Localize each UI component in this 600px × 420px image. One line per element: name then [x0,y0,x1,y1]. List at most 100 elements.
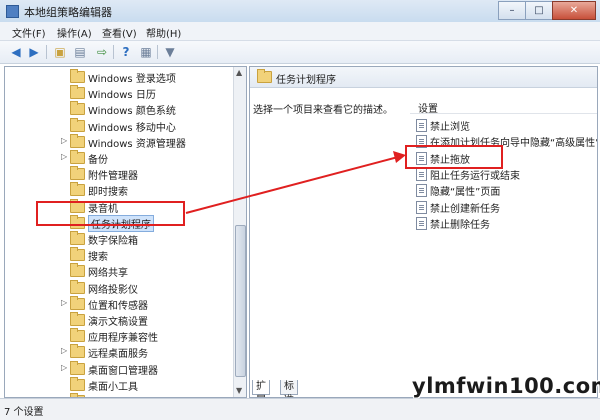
window-controls: – □ ✕ [498,1,596,20]
tree-item[interactable]: 搜索 [5,247,230,263]
maximize-button[interactable]: □ [525,1,553,20]
watermark-text: ylmfwin100.com [412,374,600,398]
tree-item[interactable]: ▷ 备份 [5,150,230,166]
export-list-icon[interactable]: ⇨ [94,44,110,59]
filter-icon[interactable]: ▼ [162,44,178,59]
details-header: 任务计划程序 [250,67,597,88]
tree-item[interactable]: 演示文稿设置 [5,312,230,328]
window-title: 本地组策略编辑器 [24,6,112,19]
folder-icon [70,376,85,391]
folder-icon [70,295,85,310]
setting-row[interactable]: 禁止浏览 [416,117,597,133]
tree-item[interactable]: ▷ 远程桌面服务 [5,344,230,360]
title-bar: 本地组策略编辑器 – □ ✕ [0,0,600,23]
folder-icon [70,312,85,326]
setting-label: 禁止创建新任务 [430,203,500,215]
tree-item[interactable]: Windows 颜色系统 [5,101,230,117]
folder-icon [70,101,85,116]
menu-file[interactable]: 文件(F) [12,25,46,40]
folder-icon [257,69,272,83]
minimize-button[interactable]: – [498,1,526,20]
expand-arrow-icon[interactable]: ▷ [61,363,67,372]
help-icon[interactable]: ? [118,44,134,59]
tree-item-label: 位置和传感器 [88,300,148,312]
expand-arrow-icon[interactable]: ▷ [61,152,67,161]
app-icon [6,5,19,18]
description-text: 选择一个项目来查看它的描述。 [253,105,393,116]
menu-view[interactable]: 查看(V) [102,25,137,40]
tree-item[interactable]: ▷ 桌面窗口管理器 [5,360,230,377]
setting-label: 阻止任务运行或结束 [430,170,520,182]
setting-row[interactable]: 禁止删除任务 [416,215,597,231]
highlight-box-tree [36,201,185,226]
tab-standard[interactable]: 标准 [280,380,298,397]
tree-scrollbar[interactable]: ▲ ▼ [233,67,246,397]
policy-setting-icon [416,200,427,214]
tree-item-label: 即时搜索 [88,187,128,199]
close-button[interactable]: ✕ [552,1,596,20]
toolbar-divider [157,45,158,59]
back-arrow-icon[interactable]: ◀ [8,44,24,59]
expand-arrow-icon[interactable]: ▷ [61,346,67,355]
tree-item-label: Windows 日历 [88,90,156,102]
tree-item-label: 搜索 [88,252,108,264]
tree-item-label: 备份 [88,155,108,166]
tree-item[interactable]: Windows 登录选项 [5,69,230,85]
scroll-down-arrow-icon[interactable]: ▼ [236,386,242,395]
tree-item[interactable]: Windows 日历 [5,85,230,101]
folder-icon [70,231,85,245]
tree-item[interactable]: 数字保险箱 [5,231,230,247]
folder-icon [70,69,85,83]
details-title: 任务计划程序 [276,75,336,86]
tree-item[interactable]: 应用程序兼容性 [5,328,230,344]
setting-label: 禁止删除任务 [430,219,490,231]
setting-row[interactable]: 隐藏“属性”页面 [416,182,597,198]
folder-icon [70,360,85,375]
tree-item-label: Windows 资源管理器 [88,138,186,150]
folder-icon [70,117,85,132]
policy-setting-icon [416,119,427,132]
tree-item-label: 应用程序兼容性 [88,333,158,345]
show-hide-tree-icon[interactable]: ▤ [72,44,88,59]
toolbar: ◀ ▶ ▣ ▤ ⇨ ? ▦ ▼ [0,41,600,64]
setting-label: 隐藏“属性”页面 [430,187,501,199]
folder-icon [70,150,85,164]
tree-item[interactable]: 桌面小工具 [5,376,230,393]
up-folder-icon[interactable]: ▣ [52,44,68,59]
properties-icon[interactable]: ▦ [138,44,154,59]
toolbar-divider [46,45,47,59]
tree-item[interactable]: 即时搜索 [5,182,230,198]
tab-extended[interactable]: 扩展 [252,380,270,397]
details-pane: 任务计划程序 选择一个项目来查看它的描述。 设置 禁止浏览 在添加计划任务向导中隐… [249,66,598,398]
tree-item[interactable]: ▷ Windows 资源管理器 [5,133,230,150]
scrollbar-thumb[interactable] [235,225,246,377]
expand-arrow-icon[interactable]: ▷ [61,298,67,307]
policy-setting-icon [416,184,427,198]
forward-arrow-icon[interactable]: ▶ [26,44,42,59]
menu-action[interactable]: 操作(A) [57,25,92,40]
tree-item[interactable]: 网络投影仪 [5,279,230,296]
tree-item[interactable]: 附件管理器 [5,166,230,182]
folder-icon [70,263,85,278]
menu-help[interactable]: 帮助(H) [146,25,181,40]
tree-item-label: 网络共享 [88,268,128,280]
tree-item-label: 网络投影仪 [88,284,138,296]
tree-item[interactable]: 网络共享 [5,263,230,279]
tree-item-label: 附件管理器 [88,171,138,183]
folder-icon [70,279,85,294]
folder-icon [70,85,85,100]
tree-item-label: 桌面小工具 [88,381,138,393]
tree-item-label: Windows 移动中心 [88,122,176,134]
tree-item[interactable]: ▷ 位置和传感器 [5,295,230,312]
tree-item-label: 桌面窗口管理器 [88,365,158,377]
setting-row[interactable]: 禁止创建新任务 [416,199,597,215]
tree-item[interactable]: Windows 移动中心 [5,117,230,134]
folder-icon [70,182,85,197]
column-divider [410,113,597,114]
scroll-up-arrow-icon[interactable]: ▲ [236,68,242,77]
tree-item-label: Windows 颜色系统 [88,106,176,118]
folder-icon [70,247,85,262]
policy-setting-icon [416,216,427,230]
expand-arrow-icon[interactable]: ▷ [61,136,67,145]
tree-item-label: 远程桌面服务 [88,349,148,361]
